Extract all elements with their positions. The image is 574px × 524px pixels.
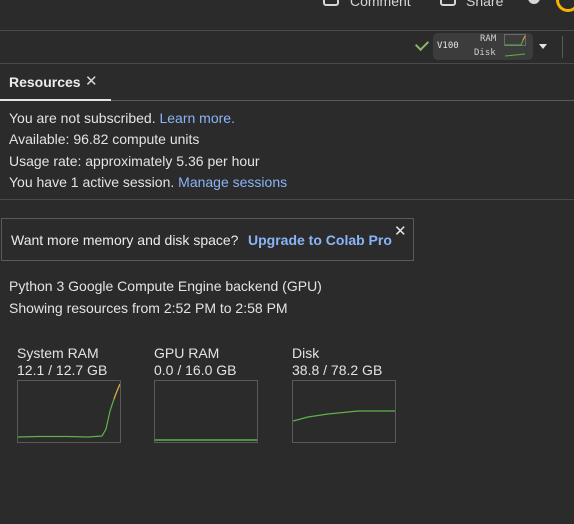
- chevron-down-icon[interactable]: [539, 44, 547, 49]
- learn-more-link[interactable]: Learn more.: [159, 110, 234, 126]
- metric-name: Disk: [292, 345, 320, 361]
- gear-icon[interactable]: [528, 0, 540, 4]
- metric-name: System RAM: [17, 345, 99, 361]
- metric-value: 0.0 / 16.0 GB: [154, 362, 237, 378]
- tab-resources[interactable]: Resources ✕: [0, 64, 111, 101]
- toolbar-divider: [562, 36, 563, 58]
- comment-button-label[interactable]: Comment: [350, 0, 411, 9]
- subscription-status: You are not subscribed. Learn more.: [9, 110, 235, 126]
- metric-value: 12.1 / 12.7 GB: [17, 362, 108, 378]
- system-ram-graph: [17, 380, 121, 443]
- disk-graph: [292, 380, 396, 443]
- banner-text: Want more memory and disk space?: [11, 232, 239, 248]
- gpu-type-label: V100: [437, 41, 459, 51]
- usage-rate: Usage rate: approximately 5.36 per hour: [9, 153, 260, 169]
- disk-sparkline: [504, 53, 526, 57]
- manage-sessions-link[interactable]: Manage sessions: [178, 174, 287, 190]
- upgrade-banner: Want more memory and disk space? Upgrade…: [1, 218, 414, 261]
- share-button-label[interactable]: Share: [466, 0, 503, 9]
- share-icon[interactable]: [440, 0, 456, 6]
- tab-title: Resources: [9, 74, 81, 90]
- close-icon[interactable]: ✕: [85, 74, 98, 89]
- backend-name: Python 3 Google Compute Engine backend (…: [9, 278, 322, 294]
- avatar[interactable]: [556, 0, 574, 12]
- available-units: Available: 96.82 compute units: [9, 131, 200, 147]
- runtime-status-button[interactable]: V100 RAM Disk: [433, 33, 533, 60]
- metric-value: 38.8 / 78.2 GB: [292, 362, 383, 378]
- ram-mini-label: RAM: [480, 34, 497, 44]
- panel-tab-bar: Resources ✕: [0, 63, 574, 101]
- disk-mini-label: Disk: [474, 48, 496, 58]
- comment-icon[interactable]: [323, 0, 339, 6]
- upgrade-link[interactable]: Upgrade to Colab Pro: [248, 232, 392, 248]
- active-sessions: You have 1 active session. Manage sessio…: [9, 174, 287, 190]
- ram-sparkline: [504, 34, 526, 46]
- sessions-text: You have 1 active session.: [9, 174, 175, 190]
- section-divider: [0, 199, 574, 200]
- subscription-text: You are not subscribed.: [9, 110, 156, 126]
- time-range: Showing resources from 2:52 PM to 2:58 P…: [9, 300, 288, 316]
- top-bar: Comment Share: [0, 0, 574, 31]
- gpu-ram-graph: [154, 380, 258, 443]
- metric-name: GPU RAM: [154, 345, 220, 361]
- close-icon[interactable]: ✕: [394, 224, 407, 239]
